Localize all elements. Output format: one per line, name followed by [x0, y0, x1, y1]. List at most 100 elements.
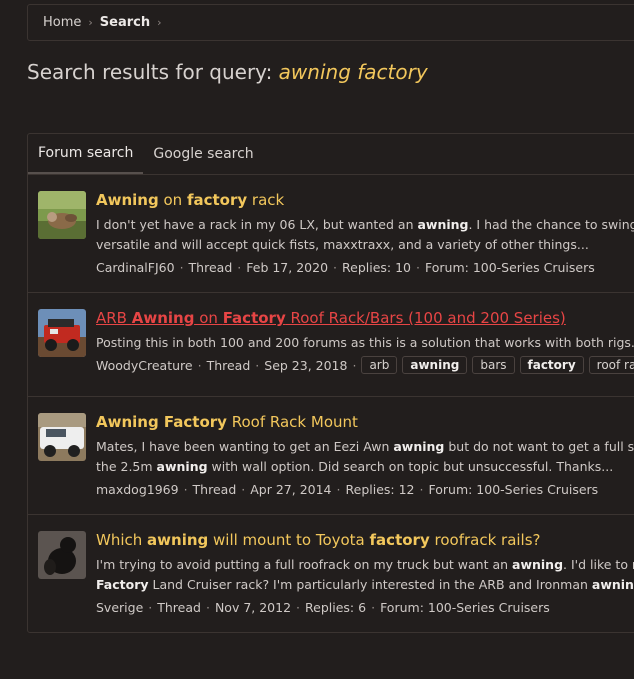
- result-title-link[interactable]: ARB Awning on Factory Roof Rack/Bars (10…: [96, 309, 566, 327]
- replies-count: Replies: 6: [305, 600, 367, 615]
- tag-arb[interactable]: arb: [361, 356, 398, 374]
- author-link[interactable]: maxdog1969: [96, 482, 179, 497]
- result-snippet: I don't yet have a rack in my 06 LX, but…: [96, 215, 634, 255]
- result-snippet: Posting this in both 100 and 200 forums …: [96, 333, 634, 353]
- snippet-part: but do not want to get a full size: [444, 439, 634, 454]
- avatar[interactable]: [38, 531, 86, 579]
- title-part: on: [158, 191, 187, 209]
- search-results-block: Forum search Google search Awning on fac…: [27, 133, 634, 633]
- date-link[interactable]: Apr 27, 2014: [250, 482, 331, 497]
- title-part: factory: [369, 531, 430, 549]
- content-type: Thread: [157, 600, 201, 615]
- breadcrumb-search[interactable]: Search: [100, 15, 150, 30]
- avatar[interactable]: [38, 191, 86, 239]
- author-link[interactable]: Sverige: [96, 600, 143, 615]
- snippet-highlight: awning: [156, 459, 208, 474]
- separator: ·: [237, 260, 242, 275]
- separator: ·: [419, 482, 424, 497]
- separator: ·: [296, 600, 301, 615]
- tag-roof-rack[interactable]: roof rack: [588, 356, 634, 374]
- chevron-right-icon: ›: [157, 16, 162, 29]
- snippet-part: . I had the chance to swing by: [468, 217, 634, 232]
- date-link[interactable]: Feb 17, 2020: [246, 260, 328, 275]
- snippet-highlight: awning: [512, 557, 564, 572]
- breadcrumb-home[interactable]: Home: [43, 15, 81, 30]
- forum-link[interactable]: Forum: 100-Series Cruisers: [425, 260, 595, 275]
- result-snippet: I'm trying to avoid putting a full roofr…: [96, 555, 634, 595]
- forum-link[interactable]: Forum: 100-Series Cruisers: [380, 600, 550, 615]
- separator: ·: [241, 482, 246, 497]
- tag-factory[interactable]: factory: [519, 356, 584, 374]
- snippet-part: the 2.5m: [96, 459, 157, 474]
- snippet-highlight: awning: [417, 217, 469, 232]
- tab-google-search[interactable]: Google search: [143, 134, 263, 174]
- separator: ·: [148, 600, 153, 615]
- snippet-line: Posting this in both 100 and 200 forums …: [96, 333, 634, 353]
- forum-link[interactable]: Forum: 100-Series Cruisers: [428, 482, 598, 497]
- search-result: Awning Factory Roof Rack Mount Mates, I …: [28, 397, 634, 515]
- snippet-line: Factory Land Cruiser rack? I'm particula…: [96, 575, 634, 595]
- result-meta: CardinalFJ60 · Thread · Feb 17, 2020 · Repl…: [96, 260, 595, 275]
- title-part: Awning: [131, 309, 195, 327]
- snippet-part: I'm trying to avoid putting a full roofr…: [96, 557, 513, 572]
- title-part: Roof Rack/Bars (100 and 200 Series): [285, 309, 566, 327]
- author-link[interactable]: CardinalFJ60: [96, 260, 175, 275]
- content-type: Thread: [188, 260, 233, 275]
- search-query: awning factory: [278, 60, 428, 84]
- snippet-part: Posting this in both 100 and 200 forums …: [96, 335, 634, 350]
- result-meta: maxdog1969 · Thread · Apr 27, 2014 · Replie…: [96, 482, 598, 497]
- separator: ·: [371, 600, 376, 615]
- content-type: Thread: [192, 482, 237, 497]
- snippet-part: . I'd like to mo: [563, 557, 634, 572]
- title-part: factory: [186, 191, 248, 209]
- snippet-part: with wall option. Did search on topic bu…: [207, 459, 614, 474]
- tag-bars[interactable]: bars: [472, 356, 515, 374]
- search-result: Which awning will mount to Toyota factor…: [28, 515, 634, 632]
- separator: ·: [416, 260, 420, 275]
- title-part: Awning: [96, 191, 159, 209]
- separator: ·: [336, 482, 341, 497]
- result-title-link[interactable]: Awning on factory rack: [96, 191, 284, 209]
- search-result: ARB Awning on Factory Roof Rack/Bars (10…: [28, 293, 634, 397]
- title-part: rack: [247, 191, 285, 209]
- title-part: Awning Factory: [96, 413, 227, 431]
- author-link[interactable]: WoodyCreature: [96, 358, 193, 373]
- breadcrumb: Home › Search ›: [27, 4, 634, 41]
- page-title: Search results for query: awning factory: [27, 60, 428, 84]
- title-part: will mount to Toyota: [208, 531, 370, 549]
- result-meta: WoodyCreature · Thread · Sep 23, 2018 · arb…: [96, 356, 634, 374]
- snippet-line: Mates, I have been wanting to get an Eez…: [96, 437, 634, 457]
- separator: ·: [183, 482, 188, 497]
- separator: ·: [205, 600, 210, 615]
- avatar[interactable]: [38, 413, 86, 461]
- snippet-part: I don't yet have a rack in my 06 LX, but…: [96, 217, 418, 232]
- avatar[interactable]: [38, 309, 86, 357]
- title-part: on: [194, 309, 223, 327]
- separator: ·: [352, 357, 357, 373]
- tag-awning[interactable]: awning: [402, 356, 468, 374]
- snippet-part: Mates, I have been wanting to get an Eez…: [96, 439, 394, 454]
- separator: ·: [197, 357, 202, 373]
- result-title-link[interactable]: Which awning will mount to Toyota factor…: [96, 531, 541, 549]
- title-part: ARB: [96, 309, 132, 327]
- result-title-link[interactable]: Awning Factory Roof Rack Mount: [96, 413, 358, 431]
- title-part: Which: [96, 531, 148, 549]
- date-link[interactable]: Nov 7, 2012: [215, 600, 291, 615]
- snippet-line: I'm trying to avoid putting a full roofr…: [96, 555, 634, 575]
- snippet-line: the 2.5m awning with wall option. Did se…: [96, 457, 634, 477]
- search-tabs: Forum search Google search: [28, 134, 634, 175]
- date-link[interactable]: Sep 23, 2018: [264, 358, 347, 373]
- content-type: Thread: [206, 357, 251, 373]
- snippet-part: versatile and will accept quick fists, m…: [96, 237, 589, 252]
- snippet-highlight: awning: [591, 577, 634, 592]
- replies-count: Replies: 12: [345, 482, 415, 497]
- title-part: roofrack rails?: [429, 531, 541, 549]
- snippet-line: versatile and will accept quick fists, m…: [96, 235, 634, 255]
- tab-forum-search[interactable]: Forum search: [28, 134, 144, 174]
- snippet-highlight: Factory: [96, 577, 149, 592]
- result-snippet: Mates, I have been wanting to get an Eez…: [96, 437, 634, 477]
- snippet-part: Land Cruiser rack? I'm particularly inte…: [148, 577, 592, 592]
- separator: ·: [333, 260, 338, 275]
- chevron-right-icon: ›: [88, 16, 93, 29]
- snippet-line: I don't yet have a rack in my 06 LX, but…: [96, 215, 634, 235]
